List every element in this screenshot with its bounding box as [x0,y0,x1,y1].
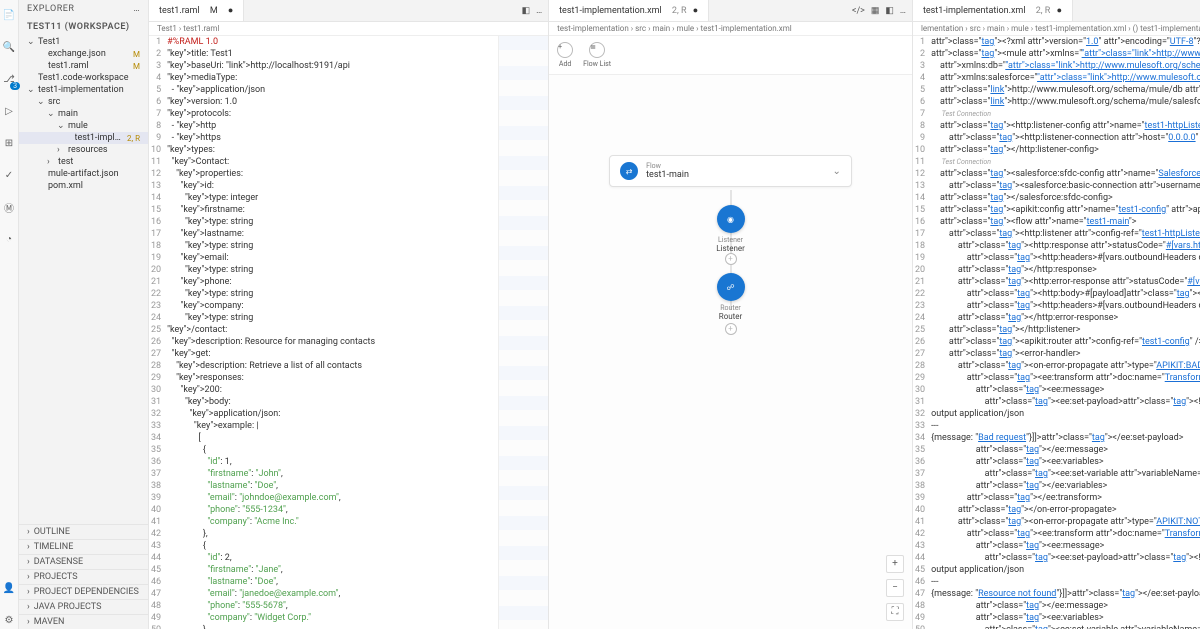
editor-raml: test1.raml M ● ◧ … Test1 › test1.raml 123… [149,0,549,629]
tree-item[interactable]: ⌄test1-implementation [19,84,148,96]
account-icon[interactable]: 👤 [0,579,18,597]
zoom-out-button[interactable]: − [886,579,904,597]
generic-icon[interactable]: ◔ [0,230,18,248]
search-icon[interactable]: 🔍 [0,38,18,56]
panel-icon[interactable]: ▦ [871,6,880,16]
extensions-icon[interactable]: ⊞ [0,134,18,152]
sidebar-section[interactable]: ›PROJECTS [19,569,148,584]
breadcrumb-xml[interactable]: lementation › src › main › mule › test1-… [913,22,1200,36]
editor-flow: test1-implementation.xml 2, R ● </> ▦ ◧ … [549,0,913,629]
editor-xml: test1-implementation.xml 2, R ● ◧… lemen… [913,0,1200,629]
tree-item[interactable]: ⌄mule [19,120,148,132]
more-icon[interactable]: … [133,4,140,14]
split-icon[interactable]: ◧ [522,6,531,16]
breadcrumb-flow[interactable]: test-implementation › src › main › mule … [549,22,912,36]
scm-icon[interactable]: ⎇3 [0,70,18,88]
minimap[interactable] [498,36,548,629]
activity-bar: 📄 🔍 ⎇3 ▷ ⊞ ✓ Ⓜ ◔ 👤 ⚙ [0,0,19,629]
sidebar-section[interactable]: ›OUTLINE [19,524,148,539]
code-raml[interactable]: #%RAML 1.0"key">title: Test1"key">baseUr… [167,36,498,629]
flow-list-button[interactable]: ≣Flow List [583,42,611,68]
tree-item[interactable]: exchange.jsonM [19,48,148,60]
code-xml[interactable]: attr">class="tag"><?xml attr">version="1… [931,36,1200,629]
tree-item[interactable]: ›test [19,156,148,168]
gutter: 1234567891011121314151617181920212223242… [913,36,931,629]
tabs-raml: test1.raml M ● ◧ … [149,0,548,22]
tab-xml[interactable]: test1-implementation.xml 2, R ● [913,0,1073,21]
flow-node-router[interactable]: ☍ Router Router [704,273,758,321]
more-icon[interactable]: … [536,6,542,16]
tree-item[interactable]: ›resources [19,144,148,156]
tree-item[interactable]: Test1.code-workspace [19,72,148,84]
split-icon[interactable]: ◧ [885,6,894,16]
flow-add-node[interactable]: + [725,253,737,265]
sidebar-section[interactable]: ›PROJECT DEPENDENCIES [19,584,148,599]
explorer-icon[interactable]: 📄 [0,6,18,24]
mule-icon[interactable]: Ⓜ [0,198,18,216]
tabs-xml: test1-implementation.xml 2, R ● ◧… [913,0,1200,22]
sidebar-section[interactable]: ›DATASENSE [19,554,148,569]
gear-icon[interactable]: ⚙ [0,611,18,629]
zoom-in-button[interactable]: + [886,555,904,573]
tab-flow[interactable]: test1-implementation.xml 2, R ● [549,0,709,21]
tree-item[interactable]: mule-artifact.json [19,168,148,180]
file-tree: ⌄Test1exchange.jsonMtest1.ramlMTest1.cod… [19,36,148,524]
tabs-flow: test1-implementation.xml 2, R ● </> ▦ ◧ … [549,0,912,22]
tab-test1-raml[interactable]: test1.raml M ● [149,0,244,21]
test-icon[interactable]: ✓ [0,166,18,184]
flow-add-node[interactable]: + [725,323,737,335]
sidebar: EXPLORER… TEST11 (WORKSPACE) ⌄Test1excha… [19,0,149,629]
tree-item[interactable]: ⌄src [19,96,148,108]
tree-item[interactable]: ⌄Test1 [19,36,148,48]
sidebar-header: EXPLORER… [19,0,148,18]
flow-icon: ⇄ [620,162,638,180]
tree-item[interactable]: ⌄main [19,108,148,120]
gutter: 1234567891011121314151617181920212223242… [149,36,167,629]
zoom-controls: + − ⛶ [886,555,904,621]
editor-group: test1.raml M ● ◧ … Test1 › test1.raml 123… [149,0,1200,629]
tree-item[interactable]: test1-implementatio...2, R [19,132,148,144]
flow-canvas[interactable]: ⇄ Flow test1-main ⌄ ◉ Listener Listener … [549,75,912,629]
flow-toolbar: +Add ≣Flow List [549,36,912,75]
flow-node-listener[interactable]: ◉ Listener Listener [704,205,758,253]
workspace-title[interactable]: TEST11 (WORKSPACE) [19,18,148,36]
more-icon[interactable]: … [900,6,906,16]
sidebar-section[interactable]: ›TIMELINE [19,539,148,554]
debug-icon[interactable]: ▷ [0,102,18,120]
sidebar-section[interactable]: ›JAVA PROJECTS [19,599,148,614]
sidebar-section[interactable]: ›MAVEN [19,614,148,629]
zoom-fit-button[interactable]: ⛶ [886,603,904,621]
flow-header[interactable]: ⇄ Flow test1-main ⌄ [609,155,852,187]
chevron-down-icon[interactable]: ⌄ [833,166,841,177]
tree-item[interactable]: pom.xml [19,180,148,192]
flow-add-button[interactable]: +Add [557,42,573,68]
breadcrumb-raml[interactable]: Test1 › test1.raml [149,22,548,36]
code-icon[interactable]: </> [852,6,865,16]
tree-item[interactable]: test1.ramlM [19,60,148,72]
